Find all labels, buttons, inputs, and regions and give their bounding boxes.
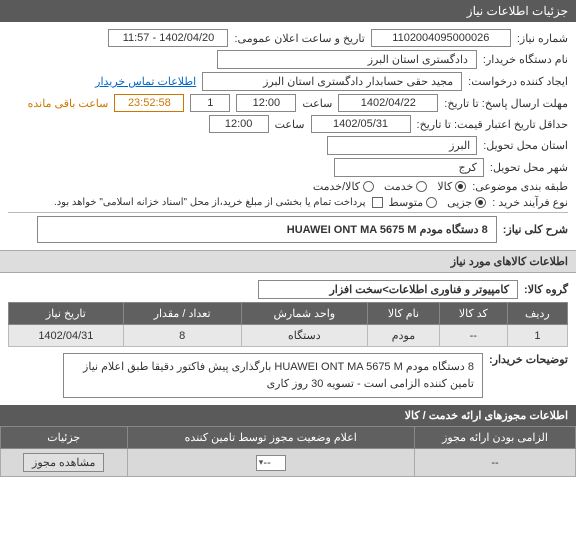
cell-code: -- xyxy=(439,325,507,347)
th-row: ردیف xyxy=(507,303,567,325)
permit-details-cell: مشاهده مجوز xyxy=(1,449,128,477)
table-row: 1 -- مودم دستگاه 8 1402/04/31 xyxy=(9,325,568,347)
time-label-2: ساعت xyxy=(275,118,305,131)
need-no-label: شماره نیاز: xyxy=(517,32,568,45)
city-label: شهر محل تحویل: xyxy=(490,161,568,174)
group-label: گروه کالا: xyxy=(524,283,568,296)
price-date-field: 1402/05/31 xyxy=(311,115,411,133)
need-title-label: شرح کلی نیاز: xyxy=(503,223,568,236)
goods-section: گروه کالا: کامپیوتر و فناوری اطلاعات>سخت… xyxy=(0,273,576,405)
radio-service[interactable] xyxy=(416,181,427,192)
price-validity-label: حداقل تاریخ اعتبار قیمت: تا تاریخ: xyxy=(417,118,568,131)
permit-status-select[interactable]: -- xyxy=(256,455,286,471)
th-name: نام کالا xyxy=(368,303,440,325)
process-note: پرداخت تمام یا بخشی از مبلغ خرید،از محل … xyxy=(54,197,366,208)
goods-table: ردیف کد کالا نام کالا واحد شمارش تعداد /… xyxy=(8,302,568,347)
reply-date-field: 1402/04/22 xyxy=(338,94,438,112)
cell-unit: دستگاه xyxy=(241,325,367,347)
cell-name: مودم xyxy=(368,325,440,347)
need-no-field: 1102004095000026 xyxy=(371,29,511,47)
buyer-note-label: توضیحات خریدار: xyxy=(489,353,568,366)
province-label: استان محل تحویل: xyxy=(483,139,568,152)
contact-link[interactable]: اطلاعات تماس خریدار xyxy=(95,75,196,88)
radio-goods-label: کالا xyxy=(437,180,452,193)
radio-medium-label: متوسط xyxy=(389,196,424,209)
subject-class-group: کالا خدمت کالا/خدمت xyxy=(313,180,466,193)
view-permit-button[interactable]: مشاهده مجوز xyxy=(23,453,104,472)
radio-service-label: خدمت xyxy=(384,180,413,193)
main-form: شماره نیاز: 1102004095000026 تاریخ و ساع… xyxy=(0,22,576,250)
permits-table: الزامی بودن ارائه مجوز اعلام وضعیت مجوز … xyxy=(0,426,576,477)
need-title-field: 8 دستگاه مودم HUAWEI ONT MA 5675 M xyxy=(37,216,497,243)
time-label-1: ساعت xyxy=(302,97,332,110)
buyer-org-label: نام دستگاه خریدار: xyxy=(483,53,568,66)
process-group: جزیی متوسط xyxy=(389,196,487,209)
page-title: جزئیات اطلاعات نیاز xyxy=(467,4,568,18)
permit-status-cell: -- xyxy=(127,449,415,477)
pth-mandatory: الزامی بودن ارائه مجوز xyxy=(415,427,576,449)
treasury-checkbox[interactable] xyxy=(372,197,383,208)
province-field: البرز xyxy=(327,136,477,155)
cell-qty: 8 xyxy=(123,325,241,347)
th-unit: واحد شمارش xyxy=(241,303,367,325)
requester-label: ایجاد کننده درخواست: xyxy=(468,75,568,88)
announce-field: 1402/04/20 - 11:57 xyxy=(108,29,228,47)
group-field: کامپیوتر و فناوری اطلاعات>سخت افزار xyxy=(258,280,518,299)
price-time-field: 12:00 xyxy=(209,115,269,133)
page-header: جزئیات اطلاعات نیاز xyxy=(0,0,576,22)
radio-goods[interactable] xyxy=(455,181,466,192)
remaining-label: ساعت باقی مانده xyxy=(28,97,109,110)
permit-mandatory: -- xyxy=(415,449,576,477)
cell-row: 1 xyxy=(507,325,567,347)
requester-field: مجید حقی حسابدار دادگستری استان البرز xyxy=(202,72,462,91)
reply-deadline-label: مهلت ارسال پاسخ: تا تاریخ: xyxy=(444,97,568,110)
th-code: کد کالا xyxy=(439,303,507,325)
announce-label: تاریخ و ساعت اعلان عمومی: xyxy=(234,32,364,45)
remaining-field: 23:52:58 xyxy=(114,94,184,112)
th-qty: تعداد / مقدار xyxy=(123,303,241,325)
reply-count-field: 1 xyxy=(190,94,230,112)
radio-both-label: کالا/خدمت xyxy=(313,180,360,193)
radio-partial[interactable] xyxy=(475,197,486,208)
permits-section: الزامی بودن ارائه مجوز اعلام وضعیت مجوز … xyxy=(0,426,576,477)
radio-medium[interactable] xyxy=(426,197,437,208)
goods-section-title: اطلاعات کالاهای مورد نیاز xyxy=(0,250,576,273)
radio-both[interactable] xyxy=(363,181,374,192)
permit-row: -- -- مشاهده مجوز xyxy=(1,449,576,477)
permits-section-title: اطلاعات مجوزهای ارائه خدمت / کالا xyxy=(0,405,576,426)
buyer-org-field: دادگستری استان البرز xyxy=(217,50,477,69)
subject-class-label: طبقه بندی موضوعی: xyxy=(472,180,568,193)
city-field: کرج xyxy=(334,158,484,177)
pth-status: اعلام وضعیت مجوز توسط تامین کننده xyxy=(127,427,415,449)
pth-details: جزئیات xyxy=(1,427,128,449)
buyer-note-field: 8 دستگاه مودم HUAWEI ONT MA 5675 M بارگذ… xyxy=(63,353,483,398)
reply-time-field: 12:00 xyxy=(236,94,296,112)
radio-partial-label: جزیی xyxy=(447,196,472,209)
process-label: نوع فرآیند خرید : xyxy=(492,196,568,209)
cell-date: 1402/04/31 xyxy=(9,325,124,347)
th-date: تاریخ نیاز xyxy=(9,303,124,325)
